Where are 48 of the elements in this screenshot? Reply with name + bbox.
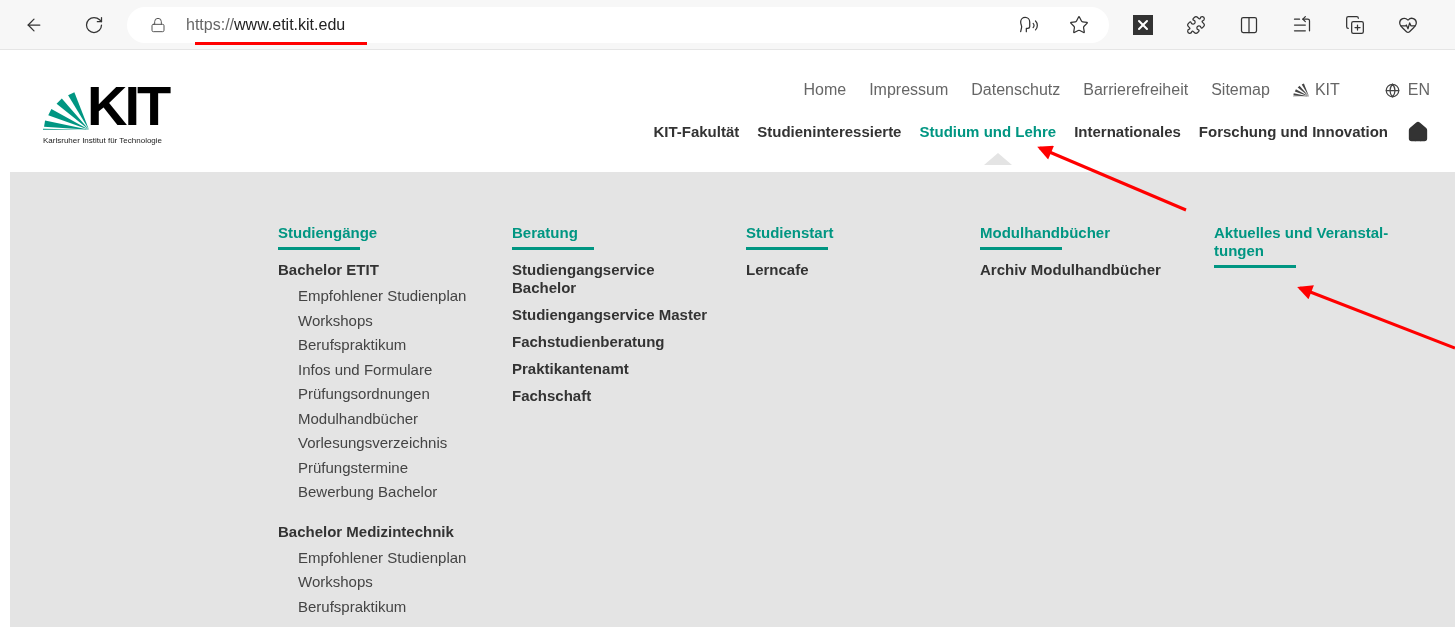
menu-link[interactable]: Fachschaft [512,387,716,405]
main-nav-tab[interactable]: Forschung und Innovation [1198,120,1388,144]
home-icon[interactable] [1406,121,1430,143]
split-screen-icon[interactable] [1239,14,1259,35]
main-nav-tab[interactable]: Studieninteressierte [757,120,902,144]
submenu-link[interactable]: Workshops [278,308,482,333]
service-link[interactable]: Home [803,78,847,102]
language-link[interactable]: EN [1384,78,1430,102]
url-text: https://www.etit.kit.edu [186,14,346,35]
extensions-icon[interactable] [1186,14,1206,35]
menu-link[interactable]: Bachelor ETIT [278,261,482,279]
menu-link[interactable]: Studiengangservice Master [512,306,716,324]
menu-link[interactable]: Lerncafe [746,261,950,279]
read-aloud-icon[interactable] [1019,14,1039,35]
favorite-star-icon[interactable] [1069,14,1089,35]
reload-icon[interactable] [84,14,104,35]
menu-link[interactable]: Fachstudienberatung [512,333,716,351]
submenu-link[interactable]: Prüfungstermine [278,455,482,480]
submenu-link[interactable]: Infos und Formulare [278,357,482,382]
lock-icon [150,16,166,33]
collections-icon[interactable] [1345,14,1365,35]
service-link[interactable]: Impressum [869,78,949,102]
submenu-link[interactable]: Berufspraktikum [278,333,482,358]
service-link[interactable]: Sitemap [1211,78,1270,102]
globe-icon [1384,82,1400,98]
logo-subtitle: Karlsruher Institut für Technologie [43,135,163,147]
submenu-link[interactable]: Vorlesungsverzeichnis [278,431,482,456]
main-nav-tab[interactable]: KIT-Fakultät [653,120,740,144]
submenu-link[interactable]: Bewerbung Bachelor [278,480,482,505]
menu-link[interactable]: Studiengangservice Bachelor [512,261,716,297]
fan-logo-icon [43,92,89,130]
menu-link[interactable]: Praktikantenamt [512,360,716,378]
submenu-link[interactable]: Modulhandbücher [278,406,482,431]
submenu-link[interactable]: Workshops [278,570,482,595]
menu-link[interactable]: Archiv Modulhandbücher [980,261,1184,279]
menu-link[interactable]: Bachelor Medizintechnik [278,522,482,541]
logo-letters: KIT [87,82,169,130]
address-bar[interactable]: https://www.etit.kit.edu [127,6,1109,43]
service-link[interactable]: Datenschutz [971,78,1061,102]
main-nav-tab[interactable]: Internationales [1074,120,1181,144]
fan-logo-icon [1292,83,1309,97]
service-link[interactable]: Barrierefreiheit [1083,78,1189,102]
submenu-link[interactable]: Empfohlener Studienplan [278,284,482,309]
submenu-link[interactable]: Berufspraktikum [278,594,482,619]
spreadsheet-extension-icon[interactable] [1133,14,1153,35]
kit-link[interactable]: KIT [1292,78,1340,102]
submenu-link[interactable]: Empfohlener Studienplan [278,545,482,570]
submenu-link[interactable]: Prüfungsordnungen [278,382,482,407]
